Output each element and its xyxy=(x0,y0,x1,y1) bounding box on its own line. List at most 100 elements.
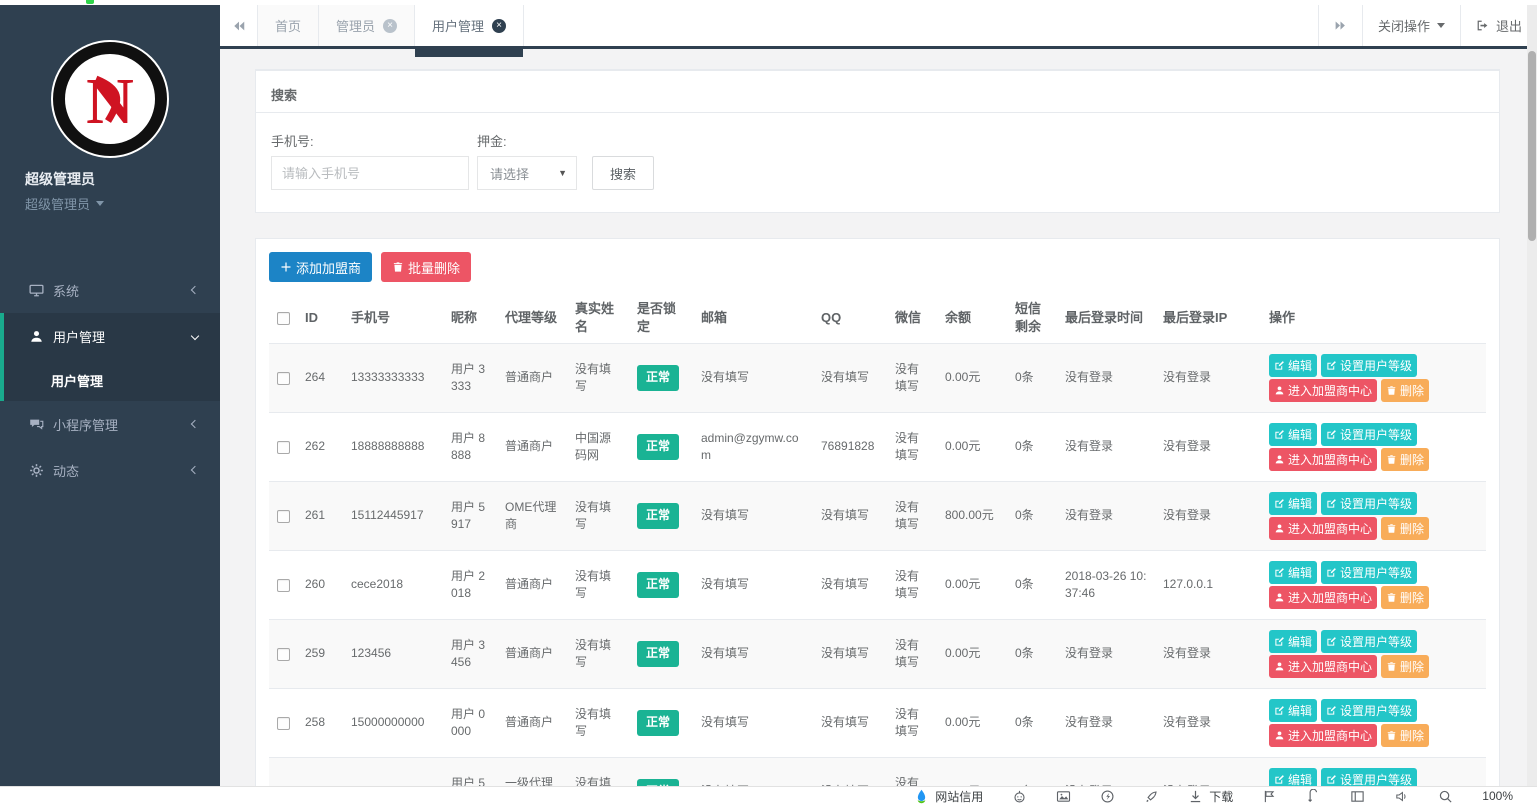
cell-sms: 0条 xyxy=(1007,689,1057,758)
set-user-level-button[interactable]: 设置用户等级 xyxy=(1321,630,1417,653)
edit-button[interactable]: 编辑 xyxy=(1269,630,1317,653)
row-checkbox[interactable] xyxy=(277,510,290,523)
enter-franchisee-center-button[interactable]: 进入加盟商中心 xyxy=(1269,655,1377,678)
edit-button[interactable]: 编辑 xyxy=(1269,423,1317,446)
add-franchisee-button[interactable]: 添加加盟商 xyxy=(269,252,372,282)
close-operations-label: 关闭操作 xyxy=(1378,16,1430,35)
cell-id: 258 xyxy=(297,689,343,758)
status-item[interactable] xyxy=(1350,789,1365,804)
set-user-level-button[interactable]: 设置用户等级 xyxy=(1321,699,1417,722)
cell-agent-level: 一级代理商 xyxy=(497,758,567,788)
cell-actions: 编辑 设置用户等级 进入加盟商中心 删除 xyxy=(1261,413,1486,482)
row-checkbox[interactable] xyxy=(277,648,290,661)
set-user-level-button[interactable]: 设置用户等级 xyxy=(1321,492,1417,515)
edit-icon xyxy=(1326,636,1337,647)
status-item[interactable] xyxy=(1100,789,1115,804)
cell-actions: 编辑 设置用户等级 进入加盟商中心 删除 xyxy=(1261,551,1486,620)
logo-icon: N xyxy=(50,39,170,159)
logout-button[interactable]: 退出 xyxy=(1460,5,1537,46)
cell-wechat: 没有填写 xyxy=(887,344,937,413)
scrollbar-thumb[interactable] xyxy=(1528,51,1536,241)
deposit-select[interactable]: 请选择 ▼ xyxy=(477,156,577,190)
column-header: 微信 xyxy=(887,292,937,344)
set-user-level-button[interactable]: 设置用户等级 xyxy=(1321,354,1417,377)
delete-button[interactable]: 删除 xyxy=(1381,586,1429,609)
status-item[interactable] xyxy=(1306,789,1321,804)
edit-button[interactable]: 编辑 xyxy=(1269,492,1317,515)
status-badge: 正常 xyxy=(637,503,679,528)
cell-real-name: 没有填写 xyxy=(567,482,629,551)
status-item-100%[interactable]: 100% xyxy=(1482,789,1513,803)
sign-out-icon xyxy=(1476,19,1489,32)
sidebar-item-用户管理[interactable]: 用户管理 xyxy=(4,313,220,359)
delete-button[interactable]: 删除 xyxy=(1381,724,1429,747)
tab-close-icon[interactable]: × xyxy=(383,19,397,33)
user-management-page: { "colors": { "sidebar": "#2f4050", "acc… xyxy=(0,0,1537,805)
tabs-scroll-left-button[interactable] xyxy=(220,5,258,46)
batch-delete-button[interactable]: 批量删除 xyxy=(381,252,471,282)
row-checkbox[interactable] xyxy=(277,441,290,454)
search-button[interactable]: 搜索 xyxy=(592,156,654,190)
select-all-checkbox[interactable] xyxy=(277,312,290,325)
enter-franchisee-center-button[interactable]: 进入加盟商中心 xyxy=(1269,448,1377,471)
tab-bar: 首页 管理员 × 用户管理 × 关闭操作 退出 xyxy=(220,5,1537,49)
row-actions: 编辑 设置用户等级 进入加盟商中心 删除 xyxy=(1269,492,1478,540)
status-item[interactable] xyxy=(1012,789,1027,804)
status-item[interactable] xyxy=(1394,789,1409,804)
close-operations-dropdown[interactable]: 关闭操作 xyxy=(1362,5,1460,46)
status-item[interactable] xyxy=(1056,789,1071,804)
set-user-level-button[interactable]: 设置用户等级 xyxy=(1321,561,1417,584)
trash-icon xyxy=(1386,592,1397,603)
tabs-scroll-right-button[interactable] xyxy=(1318,5,1362,46)
delete-button[interactable]: 删除 xyxy=(1381,379,1429,402)
tab-close-icon[interactable]: × xyxy=(492,19,506,33)
enter-franchisee-center-button[interactable]: 进入加盟商中心 xyxy=(1269,517,1377,540)
row-checkbox[interactable] xyxy=(277,372,290,385)
cell-last-login-ip: 没有登录 xyxy=(1155,689,1261,758)
tab-首页[interactable]: 首页 xyxy=(258,5,319,46)
row-checkbox[interactable] xyxy=(277,717,290,730)
cell-real-name: 没有填写 xyxy=(567,689,629,758)
cell-qq: 没有填写 xyxy=(813,344,887,413)
sidebar-item-动态[interactable]: 动态 xyxy=(4,447,220,493)
status-item-网站信用[interactable]: 网站信用 xyxy=(914,788,983,805)
page-scrollbar[interactable] xyxy=(1527,5,1537,788)
cell-locked: 正常 xyxy=(629,758,693,788)
comments-icon xyxy=(29,417,44,432)
tab-管理员[interactable]: 管理员 × xyxy=(319,5,415,46)
set-user-level-button[interactable]: 设置用户等级 xyxy=(1321,423,1417,446)
edit-button[interactable]: 编辑 xyxy=(1269,561,1317,584)
edit-button[interactable]: 编辑 xyxy=(1269,354,1317,377)
cell-locked: 正常 xyxy=(629,689,693,758)
cell-last-login-time: 没有登录 xyxy=(1057,344,1155,413)
tab-用户管理[interactable]: 用户管理 × xyxy=(415,5,524,46)
table-row: 264 13333333333 用户 3333 普通商户 没有填写 正常 没有填… xyxy=(269,344,1486,413)
status-item[interactable] xyxy=(1262,789,1277,804)
row-checkbox[interactable] xyxy=(277,579,290,592)
sidebar-item-小程序管理[interactable]: 小程序管理 xyxy=(4,401,220,447)
phone-input[interactable] xyxy=(271,156,469,190)
status-item-下载[interactable]: 下载 xyxy=(1188,788,1233,805)
edit-button[interactable]: 编辑 xyxy=(1269,768,1317,788)
chevron-down-icon xyxy=(191,332,199,340)
enter-franchisee-center-button[interactable]: 进入加盟商中心 xyxy=(1269,724,1377,747)
enter-franchisee-center-button[interactable]: 进入加盟商中心 xyxy=(1269,586,1377,609)
sidebar-item-系统[interactable]: 系统 xyxy=(4,267,220,313)
status-badge: 正常 xyxy=(637,434,679,459)
sidebar-subitem-用户管理[interactable]: 用户管理 xyxy=(4,359,220,401)
status-item[interactable] xyxy=(1438,789,1453,804)
user-role-dropdown[interactable]: 超级管理员 xyxy=(0,194,220,213)
delete-button[interactable]: 删除 xyxy=(1381,517,1429,540)
robot-icon xyxy=(1012,789,1027,804)
cell-agent-level: 普通商户 xyxy=(497,344,567,413)
delete-button[interactable]: 删除 xyxy=(1381,448,1429,471)
status-item-label: 网站信用 xyxy=(935,788,983,805)
row-actions: 编辑 设置用户等级 进入加盟商中心 删除 xyxy=(1269,630,1478,678)
column-header: 手机号 xyxy=(343,292,443,344)
cell-id: 264 xyxy=(297,344,343,413)
set-user-level-button[interactable]: 设置用户等级 xyxy=(1321,768,1417,788)
status-item[interactable] xyxy=(1144,789,1159,804)
edit-button[interactable]: 编辑 xyxy=(1269,699,1317,722)
enter-franchisee-center-button[interactable]: 进入加盟商中心 xyxy=(1269,379,1377,402)
delete-button[interactable]: 删除 xyxy=(1381,655,1429,678)
